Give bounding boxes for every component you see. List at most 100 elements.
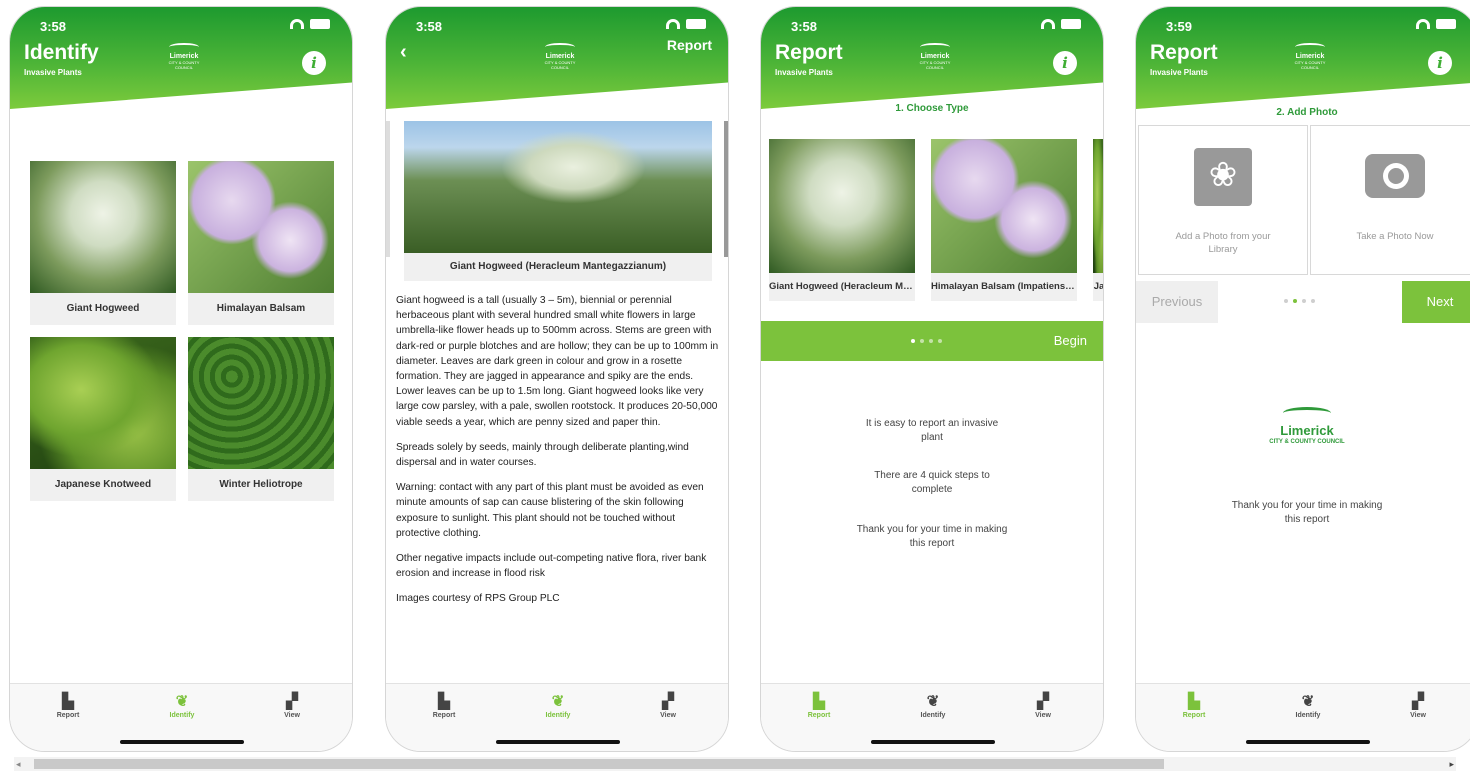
tab-report[interactable]: ▙ Report [789, 692, 849, 719]
tab-identify[interactable]: ❦ Identify [903, 692, 963, 719]
back-chevron-icon[interactable]: ‹ [400, 41, 407, 64]
wifi-icon [1416, 19, 1430, 29]
plant-tile-japanese-knotweed[interactable]: Japanese Knotweed [30, 337, 176, 501]
plant-image [30, 337, 176, 469]
scrollbar-thumb[interactable] [34, 759, 1164, 769]
info-icon[interactable]: i [1428, 51, 1452, 75]
begin-button[interactable]: Begin [1054, 321, 1087, 361]
plant-tile-himalayan-balsam[interactable]: Himalayan Balsam [188, 161, 334, 325]
type-card-giant-hogweed[interactable]: Giant Hogweed (Heracleum Mantegazzianum) [769, 139, 915, 301]
plant-name: Winter Heliotrope [219, 479, 303, 490]
plant-name: Himalayan Balsam [216, 303, 306, 314]
logo-swoosh-icon [169, 43, 199, 51]
tab-view[interactable]: ▞ View [1013, 692, 1073, 719]
page-indicator [911, 321, 942, 361]
logo-swoosh-icon [920, 43, 950, 51]
tab-view[interactable]: ▞ View [1388, 692, 1448, 719]
plant-image [188, 337, 334, 469]
camera-label: Take a Photo Now [1356, 231, 1434, 242]
tab-identify[interactable]: ❦ Identify [152, 692, 212, 719]
home-indicator [871, 740, 995, 744]
gallery-scrollbar[interactable]: ◂ ▸ [14, 757, 1456, 771]
plant-tile-giant-hogweed[interactable]: Giant Hogweed [30, 161, 176, 325]
scroll-right-arrow-icon[interactable]: ▸ [1449, 757, 1454, 771]
intro-message: It is easy to report an invasive plant [865, 418, 999, 443]
app-header: 3:58 ‹ Limerick CITY & COUNTY COUNCIL Re… [386, 7, 728, 109]
description-paragraph: Other negative impacts include out-compe… [396, 553, 707, 580]
wifi-icon [1041, 19, 1055, 29]
page-indicator [1284, 299, 1315, 303]
plant-description: Giant hogweed is a tall (usually 3 – 5m)… [396, 293, 722, 617]
steps-message: There are 4 quick steps to complete [874, 470, 990, 495]
info-icon[interactable]: i [302, 51, 326, 75]
plant-detail-card: Giant Hogweed (Heracleum Mantegazzianum) [404, 121, 712, 281]
leaf-icon: ❦ [551, 693, 565, 710]
step-title: 1. Choose Type [895, 103, 969, 114]
info-icon[interactable]: i [1053, 51, 1077, 75]
logo-swoosh-icon [545, 43, 575, 51]
tab-view[interactable]: ▞ View [638, 692, 698, 719]
battery-icon [1061, 19, 1081, 29]
type-card-japanese-knotweed[interactable]: Ja [1093, 139, 1104, 301]
tab-bar: ▙ Report ❦ Identify ▞ View [386, 683, 728, 751]
status-time: 3:58 [416, 19, 443, 34]
description-paragraph: Spreads solely by seeds, mainly through … [396, 441, 689, 469]
thanks-message: Thank you for your time in making this r… [856, 524, 1008, 549]
leaf-icon: ❦ [926, 693, 940, 710]
plant-grid: Giant Hogweed Himalayan Balsam Japanese … [30, 161, 336, 501]
previous-button[interactable]: Previous [1136, 281, 1218, 323]
warning-paragraph: Warning: contact with any part of this p… [396, 482, 704, 539]
report-icon: ▙ [62, 693, 74, 710]
logo-swoosh-icon [1283, 407, 1331, 419]
type-name: Ja [1093, 281, 1104, 292]
tab-report[interactable]: ▙ Report [414, 692, 474, 719]
next-button[interactable]: Next [1402, 281, 1470, 323]
page-title: Report [1150, 41, 1218, 64]
scroll-left-arrow-icon[interactable]: ◂ [16, 757, 21, 771]
plant-image [769, 139, 915, 273]
plant-caption: Giant Hogweed (Heracleum Mantegazzianum) [449, 261, 667, 272]
take-photo-button[interactable]: Take a Photo Now [1310, 125, 1470, 275]
plant-name: Japanese Knotweed [54, 479, 152, 490]
logo-swoosh-icon [1295, 43, 1325, 51]
page-title: Report [775, 41, 843, 64]
report-icon: ▙ [1188, 693, 1200, 710]
carousel-prev-edge [386, 121, 390, 257]
status-time: 3:59 [1166, 19, 1193, 34]
tab-report[interactable]: ▙ Report [1164, 692, 1224, 719]
leaf-icon: ❦ [175, 693, 189, 710]
home-indicator [496, 740, 620, 744]
report-button[interactable]: Report [667, 37, 712, 53]
plant-image [931, 139, 1077, 273]
plant-tile-winter-heliotrope[interactable]: Winter Heliotrope [188, 337, 334, 501]
thanks-message: Thank you for your time in making this r… [1231, 500, 1383, 525]
wifi-icon [666, 19, 680, 29]
page-title: Identify [24, 41, 99, 64]
plant-image [188, 161, 334, 293]
limerick-logo: Limerick CITY & COUNTY COUNCIL [538, 43, 582, 70]
app-header: 3:59 Report Invasive Plants Limerick CIT… [1136, 7, 1470, 109]
tab-identify[interactable]: ❦ Identify [1278, 692, 1338, 719]
tab-identify[interactable]: ❦ Identify [528, 692, 588, 719]
plant-image [30, 161, 176, 293]
wifi-icon [290, 19, 304, 29]
battery-icon [686, 19, 706, 29]
begin-bar: Begin [761, 321, 1103, 361]
report-icon: ▙ [438, 693, 450, 710]
type-name: Himalayan Balsam (Impatiens glandulifera… [931, 281, 1077, 292]
status-time: 3:58 [791, 19, 818, 34]
limerick-logo: Limerick CITY & COUNTY COUNCIL [162, 43, 206, 70]
type-name: Giant Hogweed (Heracleum Mantegazzianum) [769, 281, 915, 292]
app-header: 3:58 Identify Invasive Plants Limerick C… [10, 7, 352, 109]
tab-report[interactable]: ▙ Report [38, 692, 98, 719]
tab-view[interactable]: ▞ View [262, 692, 322, 719]
plant-name: Giant Hogweed [66, 303, 140, 314]
map-icon: ▞ [1412, 693, 1424, 710]
add-from-library-button[interactable]: ❀ Add a Photo from your Library [1138, 125, 1308, 275]
type-card-himalayan-balsam[interactable]: Himalayan Balsam (Impatiens glandulifera… [931, 139, 1077, 301]
plant-image [1093, 139, 1103, 273]
camera-icon [1365, 148, 1425, 198]
status-time: 3:58 [40, 19, 67, 34]
library-label: Add a Photo from your Library [1175, 231, 1271, 255]
limerick-logo: Limerick CITY & COUNTY COUNCIL [913, 43, 957, 70]
